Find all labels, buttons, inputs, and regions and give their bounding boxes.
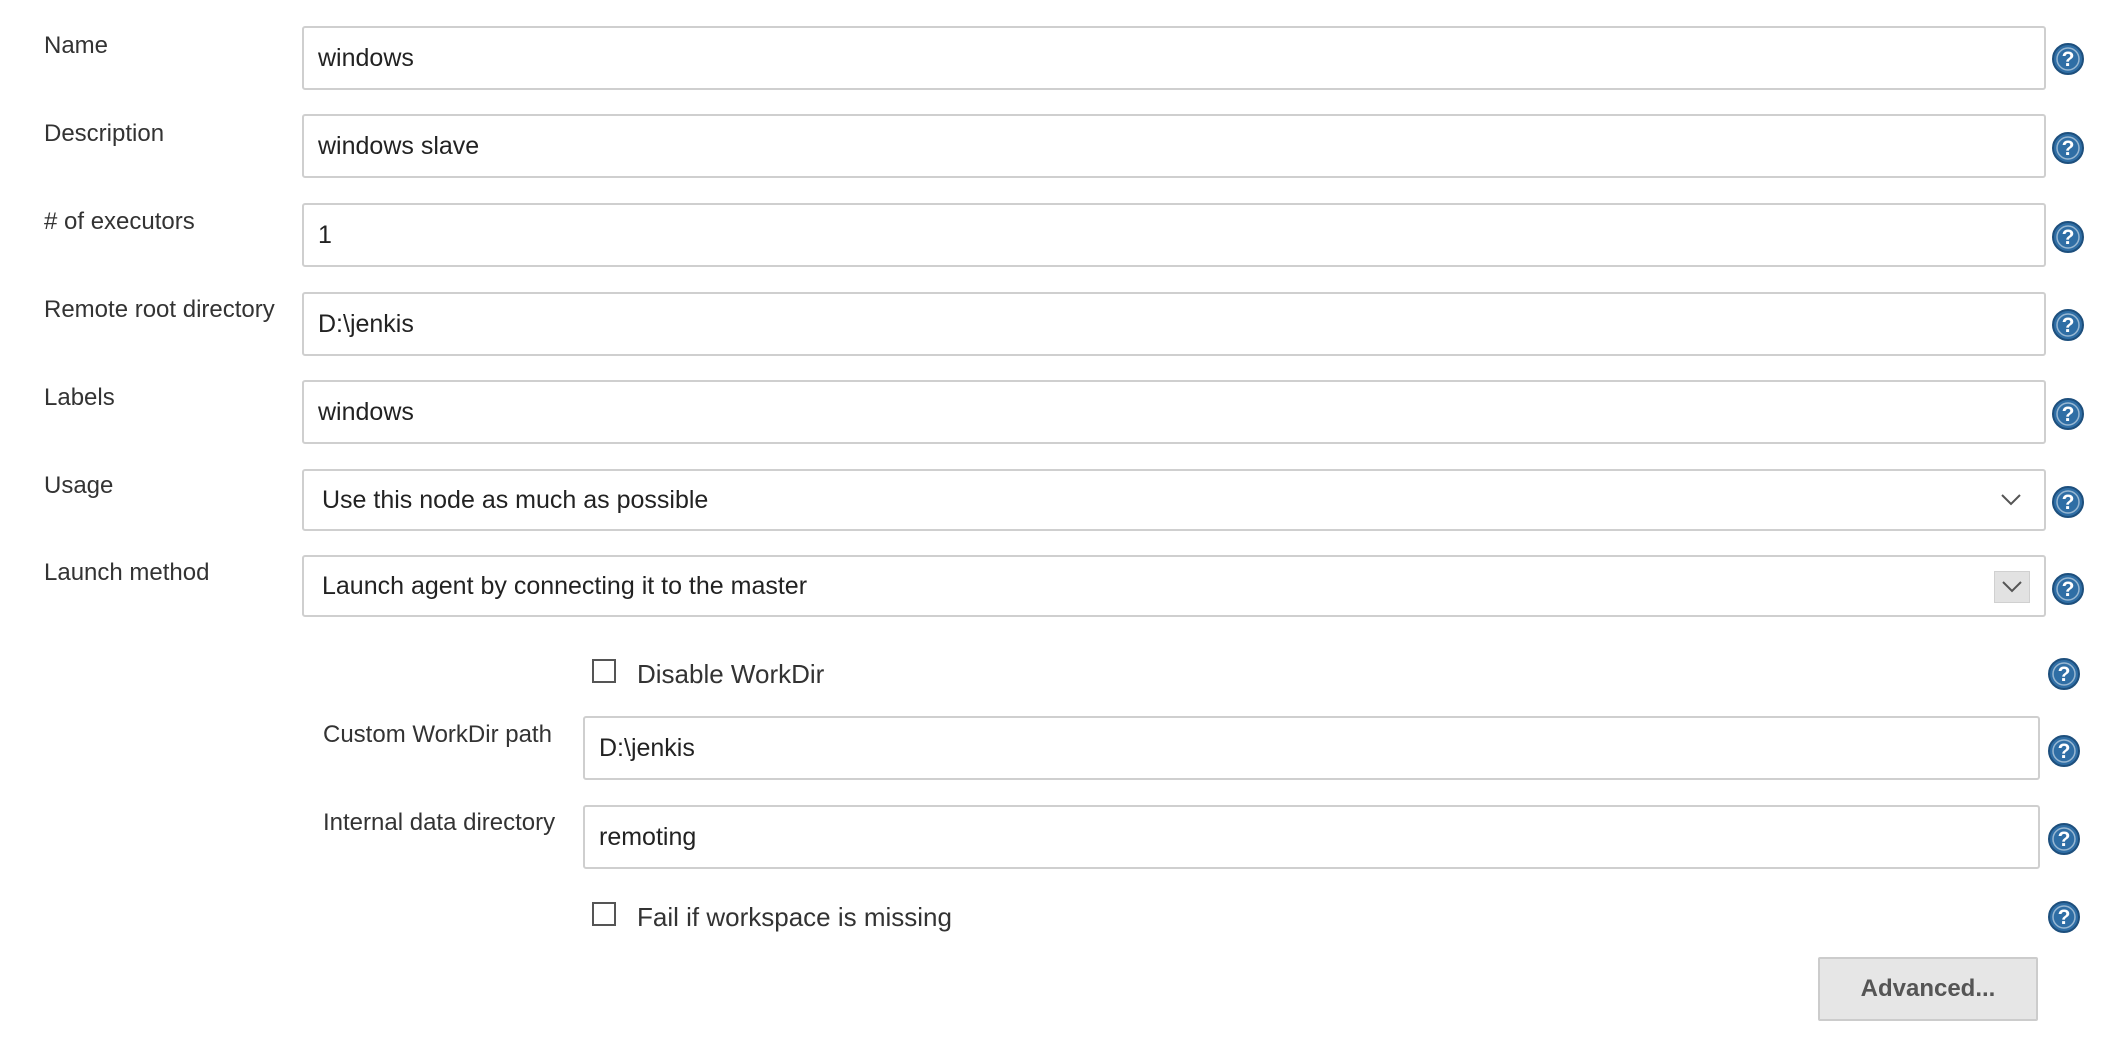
help-circle-icon[interactable]: ? [2047, 734, 2081, 768]
help-circle-icon[interactable]: ? [2051, 485, 2085, 519]
advanced-button[interactable]: Advanced... [1818, 957, 2038, 1021]
svg-text:?: ? [2062, 226, 2075, 249]
custom-workdir-input[interactable] [583, 716, 2040, 780]
svg-text:?: ? [2058, 740, 2071, 763]
usage-selected-value: Use this node as much as possible [322, 485, 709, 514]
name-input[interactable] [302, 26, 2046, 90]
svg-text:?: ? [2058, 828, 2071, 851]
executors-label: # of executors [44, 208, 195, 235]
svg-text:?: ? [2062, 137, 2075, 160]
custom-workdir-label: Custom WorkDir path [323, 721, 552, 748]
usage-label: Usage [44, 472, 114, 499]
launch-method-label: Launch method [44, 559, 210, 586]
help-circle-icon[interactable]: ? [2047, 822, 2081, 856]
labels-input[interactable] [302, 380, 2046, 444]
help-circle-icon[interactable]: ? [2051, 220, 2085, 254]
help-circle-icon[interactable]: ? [2051, 397, 2085, 431]
internal-data-dir-input[interactable] [583, 805, 2040, 869]
help-circle-icon[interactable]: ? [2047, 900, 2081, 934]
description-label: Description [44, 120, 165, 147]
help-circle-icon[interactable]: ? [2051, 308, 2085, 342]
svg-text:?: ? [2062, 314, 2075, 337]
remote-root-label: Remote root directory [44, 296, 275, 323]
fail-if-missing-label: Fail if workspace is missing [637, 902, 952, 932]
svg-text:?: ? [2058, 906, 2071, 929]
help-circle-icon[interactable]: ? [2051, 42, 2085, 76]
chevron-down-icon [1994, 485, 2028, 515]
launch-method-select[interactable]: Launch agent by connecting it to the mas… [302, 555, 2046, 617]
fail-if-missing-checkbox[interactable] [592, 902, 616, 926]
description-input[interactable] [302, 114, 2046, 178]
help-circle-icon[interactable]: ? [2051, 572, 2085, 606]
svg-text:?: ? [2062, 403, 2075, 426]
disable-workdir-checkbox[interactable] [592, 659, 616, 683]
svg-text:?: ? [2062, 491, 2075, 514]
chevron-down-icon [1994, 571, 2030, 603]
labels-label: Labels [44, 384, 115, 411]
usage-select[interactable]: Use this node as much as possible [302, 469, 2046, 531]
help-circle-icon[interactable]: ? [2047, 657, 2081, 691]
svg-text:?: ? [2058, 663, 2071, 686]
svg-text:?: ? [2062, 48, 2075, 71]
svg-text:?: ? [2062, 578, 2075, 601]
launch-method-selected-value: Launch agent by connecting it to the mas… [322, 571, 808, 600]
remote-root-input[interactable] [302, 292, 2046, 356]
executors-input[interactable] [302, 203, 2046, 267]
help-circle-icon[interactable]: ? [2051, 131, 2085, 165]
disable-workdir-label: Disable WorkDir [637, 659, 825, 689]
internal-data-dir-label: Internal data directory [323, 809, 556, 836]
name-label: Name [44, 32, 109, 59]
